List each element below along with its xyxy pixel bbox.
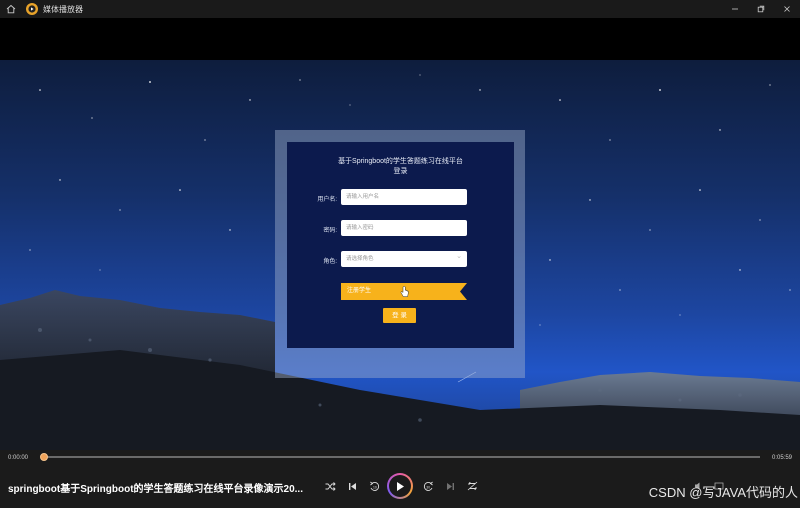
forward-30-icon[interactable]: 30 — [420, 478, 436, 494]
role-option-label: 注册学生 — [347, 288, 372, 294]
home-icon[interactable] — [0, 0, 22, 18]
password-label: 密码: — [323, 228, 337, 234]
csdn-watermark: CSDN @写JAVA代码的人 — [648, 485, 798, 500]
current-time: 0:00:00 — [8, 455, 29, 461]
seek-bar[interactable] — [44, 456, 760, 458]
close-icon[interactable] — [774, 0, 800, 18]
next-icon[interactable] — [442, 478, 458, 494]
restore-icon[interactable] — [748, 0, 774, 18]
role-select[interactable]: 请选择角色 — [341, 249, 467, 267]
repeat-off-icon[interactable] — [464, 478, 480, 494]
play-icon — [397, 481, 404, 491]
login-button[interactable]: 登 录 — [383, 308, 416, 323]
video-title: springboot基于Springboot的学生答题练习在线平台录像演示20.… — [8, 484, 303, 495]
total-time: 0:05:59 — [772, 455, 793, 461]
minimize-icon[interactable] — [722, 0, 748, 18]
role-select-placeholder: 请选择角色 — [346, 256, 374, 262]
login-title: 基于Springboot的学生答题练习在线平台 — [338, 158, 463, 165]
seek-knob[interactable] — [40, 453, 48, 461]
title-bar: 媒体播放器 — [0, 0, 800, 18]
login-subtitle: 登录 — [393, 168, 408, 175]
rewind-10-icon[interactable]: 10 — [366, 478, 382, 494]
hand-cursor-icon — [400, 285, 409, 297]
password-input[interactable]: 请输入密码 — [341, 220, 467, 236]
role-label: 角色: — [323, 259, 337, 265]
username-input[interactable]: 请输入用户名 — [341, 189, 467, 205]
svg-text:10: 10 — [373, 485, 377, 489]
svg-text:30: 30 — [426, 485, 430, 489]
media-player-icon — [26, 3, 38, 15]
letterbox-top — [0, 18, 800, 60]
play-button[interactable] — [387, 473, 413, 499]
window-title: 媒体播放器 — [43, 4, 83, 14]
shuffle-icon[interactable] — [322, 478, 338, 494]
previous-icon[interactable] — [344, 478, 360, 494]
username-label: 用户名: — [317, 197, 337, 203]
